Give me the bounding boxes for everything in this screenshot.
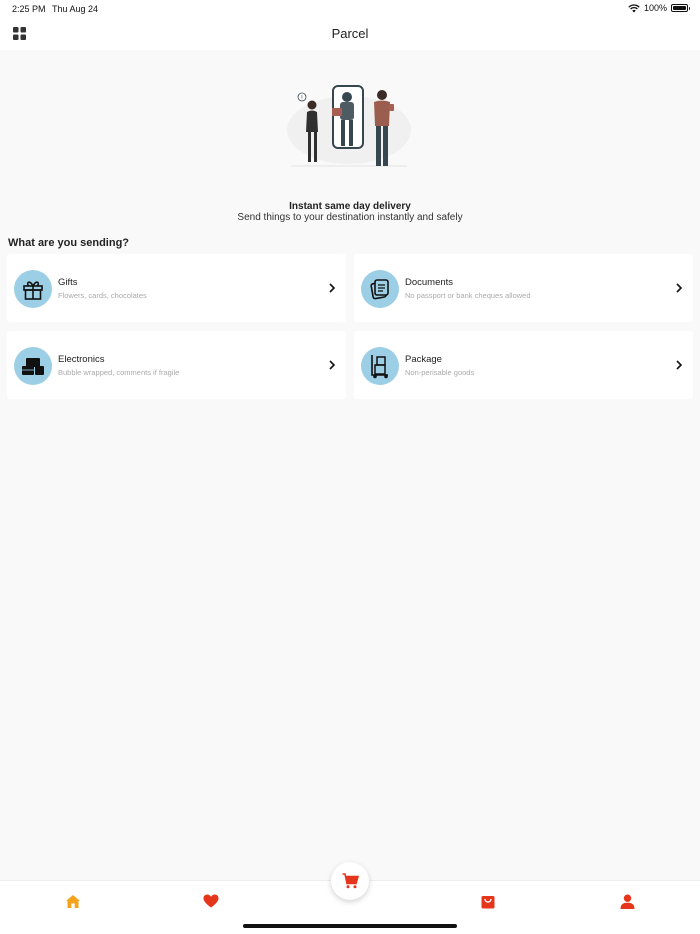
nav-home-button[interactable] (61, 891, 85, 911)
card-icon-circle (14, 270, 52, 308)
svg-text:!: ! (301, 95, 303, 102)
nav-orders-button[interactable] (476, 891, 500, 911)
card-subtitle: Non-perisable goods (405, 368, 475, 377)
package-cart-icon (371, 355, 388, 379)
chevron-right-icon (676, 283, 683, 293)
home-indicator (243, 924, 457, 928)
cart-icon (342, 873, 359, 889)
delivery-illustration: ! (287, 85, 411, 167)
electronics-icon (22, 358, 44, 375)
document-icon (370, 279, 389, 300)
chevron-right-icon (329, 360, 336, 370)
hero-title: Instant same day delivery (289, 201, 411, 212)
battery-percent: 100% (643, 3, 667, 13)
hero-subtitle: Send things to your destination instantl… (237, 212, 463, 223)
card-title: Package (405, 354, 442, 365)
status-bar: 2:25 PM Thu Aug 24 100% (0, 0, 700, 18)
status-indicators: 100% (628, 3, 690, 13)
page-title: Parcel (331, 26, 369, 41)
battery-icon (671, 4, 690, 12)
chevron-right-icon (676, 360, 683, 370)
category-card-gifts[interactable]: Gifts Flowers, cards, chocolates (7, 254, 346, 322)
chevron-right-icon (329, 283, 336, 293)
status-time: 2:25 PM (12, 4, 46, 14)
shopping-bag-icon (481, 895, 495, 908)
section-title: What are you sending? (8, 237, 130, 249)
wifi-icon (628, 3, 640, 12)
card-title: Electronics (58, 354, 105, 365)
category-card-documents[interactable]: Documents No passport or bank cheques al… (354, 254, 693, 322)
heart-icon (203, 894, 219, 908)
nav-favorites-button[interactable] (199, 891, 223, 911)
nav-profile-button[interactable] (615, 891, 639, 911)
profile-icon (620, 894, 634, 909)
nav-header: Parcel (0, 18, 700, 50)
card-icon-circle (361, 347, 399, 385)
battery-fill (673, 6, 686, 10)
category-card-electronics[interactable]: Electronics Bubble wrapped, comments if … (7, 331, 346, 399)
category-card-package[interactable]: Package Non-perisable goods (354, 331, 693, 399)
card-icon-circle (361, 270, 399, 308)
card-subtitle: No passport or bank cheques allowed (405, 291, 531, 300)
card-title: Documents (405, 277, 454, 288)
card-subtitle: Flowers, cards, chocolates (58, 291, 147, 300)
gift-icon (23, 281, 43, 300)
card-title: Gifts (58, 277, 78, 288)
status-date: Thu Aug 24 (52, 4, 99, 14)
card-subtitle: Bubble wrapped, comments if fragile (58, 368, 180, 377)
card-icon-circle (14, 347, 52, 385)
cart-button[interactable] (331, 862, 369, 900)
home-icon (66, 894, 80, 908)
